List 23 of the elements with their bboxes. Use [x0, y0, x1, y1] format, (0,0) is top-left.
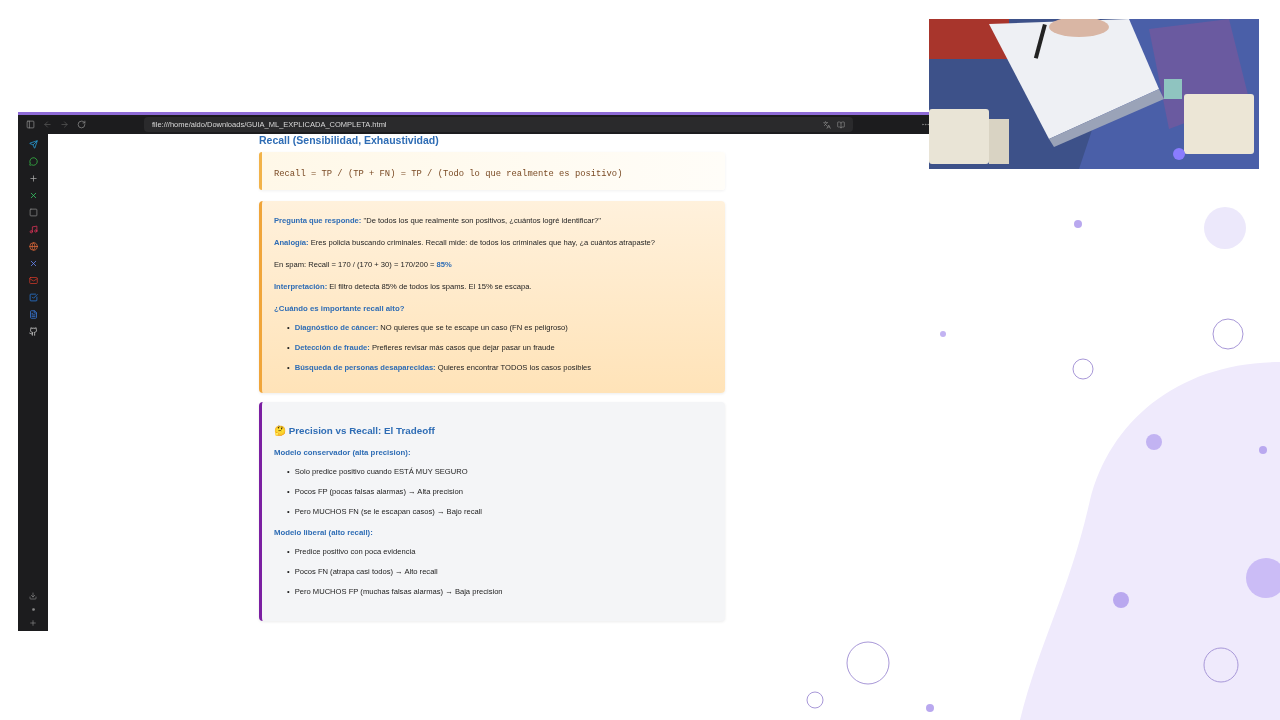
dot-icon[interactable]: [31, 608, 35, 611]
reader-icon[interactable]: [837, 120, 845, 129]
square-icon[interactable]: [28, 208, 38, 217]
plus-icon[interactable]: [28, 174, 38, 183]
card-title: 🤔 Precision vs Recall: El Tradeoff: [274, 424, 436, 437]
reload-icon[interactable]: [77, 120, 86, 129]
sidebar-toggle-icon[interactable]: [26, 120, 35, 129]
plus-icon[interactable]: [29, 619, 37, 627]
globe-icon[interactable]: [28, 242, 38, 251]
telegram-icon[interactable]: [28, 140, 38, 149]
chat-icon[interactable]: [28, 157, 38, 166]
more-icon[interactable]: [921, 120, 930, 129]
checkbox-icon[interactable]: [28, 293, 38, 302]
formula: Recall = TP / (TP + FN) = TP / (Todo lo que realmente es positivo): [274, 169, 623, 179]
download-icon[interactable]: [29, 592, 37, 600]
section-title: Recall (Sensibilidad, Exhaustividad): [259, 134, 439, 146]
translate-icon[interactable]: [823, 120, 831, 129]
forward-icon[interactable]: [60, 120, 69, 129]
github-icon[interactable]: [28, 327, 38, 336]
back-icon[interactable]: [43, 120, 52, 129]
music-icon[interactable]: [28, 225, 38, 234]
mail-icon[interactable]: [28, 276, 38, 285]
document-icon[interactable]: [28, 310, 38, 319]
